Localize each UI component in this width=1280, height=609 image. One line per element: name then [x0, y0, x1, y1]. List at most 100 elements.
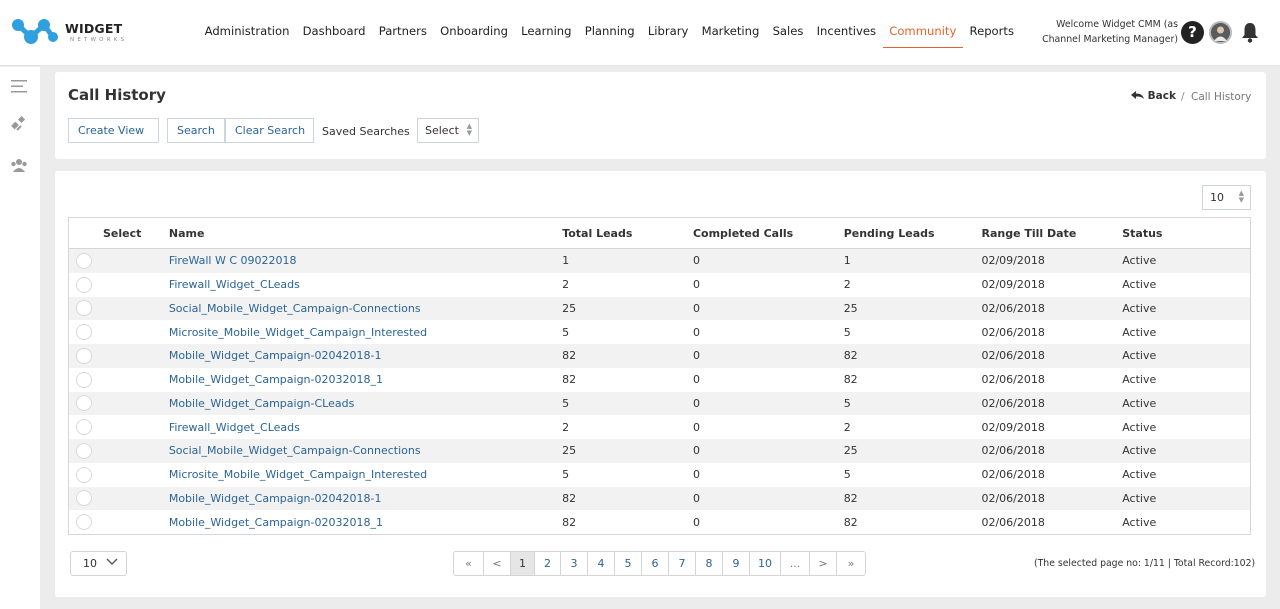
range-till-date-cell: 02/06/2018: [981, 444, 1045, 458]
completed-calls-cell: 0: [692, 444, 700, 458]
status-cell: Active: [1122, 396, 1157, 410]
page-8[interactable]: 8: [696, 552, 723, 575]
nav-dashboard[interactable]: Dashboard: [296, 22, 372, 48]
help-icon[interactable]: ?: [1181, 21, 1204, 44]
nav-partners[interactable]: Partners: [372, 22, 433, 48]
page-4[interactable]: 4: [588, 552, 615, 575]
name-cell[interactable]: Firewall_Widget_CLeads: [169, 278, 562, 291]
nav-administration[interactable]: Administration: [198, 22, 296, 48]
first-page-button[interactable]: «: [454, 552, 484, 575]
table-row: Mobile_Widget_Campaign-02042018-1 82 0 82 02…: [69, 344, 1250, 368]
create-view-button[interactable]: Create View: [68, 118, 159, 143]
column-header-pending-leads[interactable]: Pending Leads: [844, 218, 982, 248]
select-arrows-icon: ▲ ▼: [466, 122, 472, 137]
row-select-radio[interactable]: [76, 419, 92, 436]
avatar[interactable]: [1209, 21, 1232, 44]
page-10[interactable]: 10: [750, 552, 781, 575]
column-header-completed-calls[interactable]: Completed Calls: [693, 218, 844, 248]
header-panel: Call History Back / Call History Create …: [55, 72, 1266, 159]
nav-library[interactable]: Library: [641, 22, 695, 48]
name-cell[interactable]: FireWall W C 09022018: [169, 254, 562, 267]
saved-searches-select[interactable]: Select ▲ ▼: [417, 118, 479, 143]
nav-incentives[interactable]: Incentives: [810, 22, 883, 48]
name-cell[interactable]: Firewall_Widget_CLeads: [169, 421, 562, 434]
brand-logo[interactable]: WIDGET NETWORKS: [11, 16, 141, 48]
page-ellipsis[interactable]: ...: [781, 552, 810, 575]
column-header-name[interactable]: Name: [169, 218, 562, 248]
name-cell[interactable]: Microsite_Mobile_Widget_Campaign_Interes…: [169, 326, 562, 339]
row-select-radio[interactable]: [76, 347, 92, 364]
status-cell: Active: [1122, 491, 1157, 505]
name-cell[interactable]: Social_Mobile_Widget_Campaign-Connection…: [169, 302, 562, 315]
name-cell[interactable]: Mobile_Widget_Campaign-02032018_1: [169, 373, 562, 386]
nav-community[interactable]: Community: [882, 22, 963, 48]
nav-marketing[interactable]: Marketing: [695, 22, 766, 48]
logo-mark-icon: [12, 19, 58, 44]
back-link[interactable]: Back: [1131, 90, 1176, 102]
prev-page-button[interactable]: <: [484, 552, 511, 575]
next-page-button[interactable]: >: [810, 552, 837, 575]
row-select-radio[interactable]: [76, 276, 92, 293]
row-select-radio[interactable]: [76, 514, 92, 531]
row-select-radio[interactable]: [76, 442, 92, 459]
range-till-date-cell: 02/06/2018: [981, 396, 1045, 410]
nav-onboarding[interactable]: Onboarding: [434, 22, 515, 48]
brand-name: WIDGET: [65, 21, 123, 36]
name-cell[interactable]: Mobile_Widget_Campaign-02042018-1: [169, 349, 562, 362]
menu-icon[interactable]: [9, 76, 29, 96]
name-cell[interactable]: Mobile_Widget_Campaign-02032018_1: [169, 516, 562, 529]
row-select-radio[interactable]: [76, 324, 92, 341]
total-leads-cell: 5: [562, 325, 570, 339]
pending-leads-cell: 82: [843, 373, 858, 387]
name-cell[interactable]: Mobile_Widget_Campaign-CLeads: [169, 397, 562, 410]
pending-leads-cell: 2: [843, 420, 851, 434]
range-till-date-cell: 02/06/2018: [981, 373, 1045, 387]
column-header-status[interactable]: Status: [1122, 218, 1250, 248]
row-select-radio[interactable]: [76, 395, 92, 412]
range-till-date-cell: 02/06/2018: [981, 515, 1045, 529]
table-row: Social_Mobile_Widget_Campaign-Connection…: [69, 439, 1250, 463]
column-header-range-till-date[interactable]: Range Till Date: [981, 218, 1122, 248]
page-9[interactable]: 9: [723, 552, 750, 575]
nav-sales[interactable]: Sales: [766, 22, 810, 48]
pending-leads-cell: 25: [843, 444, 858, 458]
row-select-radio[interactable]: [76, 300, 92, 317]
status-cell: Active: [1122, 444, 1157, 458]
page-1[interactable]: 1: [511, 552, 535, 575]
name-cell[interactable]: Mobile_Widget_Campaign-02042018-1: [169, 492, 562, 505]
completed-calls-cell: 0: [692, 396, 700, 410]
page-3[interactable]: 3: [561, 552, 588, 575]
nav-learning[interactable]: Learning: [515, 22, 579, 48]
nav-reports[interactable]: Reports: [963, 22, 1021, 48]
brand-subtitle: NETWORKS: [70, 37, 128, 43]
rows-per-page-select[interactable]: 10: [70, 551, 127, 576]
chevron-down-icon: [106, 558, 118, 565]
table-row: Mobile_Widget_Campaign-02032018_1 82 0 82 02…: [69, 510, 1250, 534]
page-2[interactable]: 2: [535, 552, 561, 575]
completed-calls-cell: 0: [692, 301, 700, 315]
name-cell[interactable]: Microsite_Mobile_Widget_Campaign_Interes…: [169, 468, 562, 481]
satellite-icon[interactable]: [9, 114, 29, 134]
top-header: WIDGET NETWORKS Administration Dashboard P…: [0, 0, 1280, 66]
last-page-button[interactable]: »: [837, 552, 865, 575]
bell-icon[interactable]: [1240, 21, 1260, 43]
pending-leads-cell: 5: [843, 468, 851, 482]
page-6[interactable]: 6: [642, 552, 669, 575]
row-select-radio[interactable]: [76, 490, 92, 507]
group-icon[interactable]: [9, 155, 29, 175]
row-select-radio[interactable]: [76, 252, 92, 269]
nav-planning[interactable]: Planning: [578, 22, 641, 48]
select-arrows-icon: ▲ ▼: [1238, 189, 1244, 204]
page-7[interactable]: 7: [669, 552, 696, 575]
clear-search-button[interactable]: Clear Search: [225, 118, 314, 143]
search-button[interactable]: Search: [167, 118, 225, 143]
name-cell[interactable]: Social_Mobile_Widget_Campaign-Connection…: [169, 444, 562, 457]
row-select-radio[interactable]: [76, 466, 92, 483]
table-row: FireWall W C 09022018 1 0 1 02/09/2018 Active: [69, 249, 1250, 273]
breadcrumb-current: Call History: [1191, 91, 1252, 103]
page-5[interactable]: 5: [615, 552, 642, 575]
total-leads-cell: 82: [562, 349, 577, 363]
column-header-total-leads[interactable]: Total Leads: [562, 218, 693, 248]
row-select-radio[interactable]: [76, 371, 92, 388]
page-size-select[interactable]: 10 ▲ ▼: [1202, 185, 1251, 210]
